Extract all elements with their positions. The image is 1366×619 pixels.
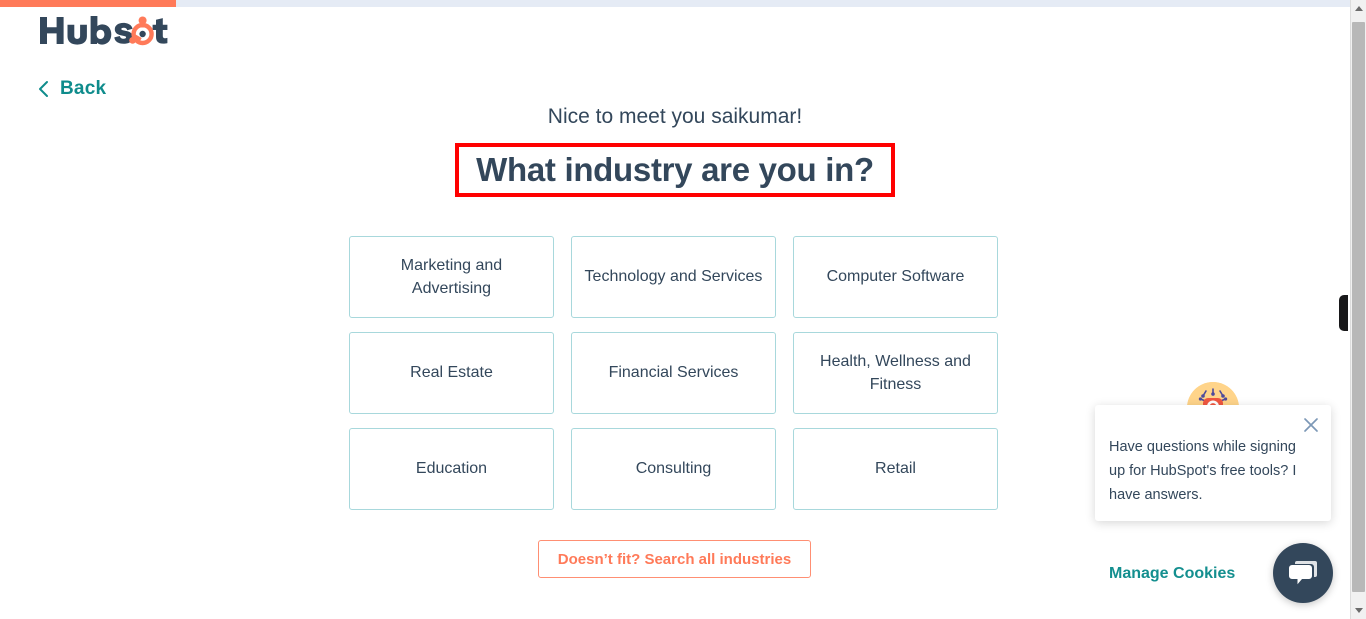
chat-welcome-popup: Have questions while signing up for HubS… bbox=[1095, 405, 1331, 521]
onboarding-progress-bar bbox=[0, 0, 1350, 7]
search-all-industries-button[interactable]: Doesn’t fit? Search all industries bbox=[538, 540, 811, 578]
scroll-up-arrow-icon bbox=[1354, 6, 1363, 11]
industry-option-label: Consulting bbox=[635, 460, 712, 478]
industry-option-label: Computer Software bbox=[826, 268, 965, 286]
industry-option-label: Health, Wellness and Fitness bbox=[820, 352, 971, 393]
greeting-text: Nice to meet you saikumar! bbox=[547, 105, 803, 128]
main-content: Nice to meet you saikumar! What industry… bbox=[0, 0, 1350, 619]
industry-option-label: Real Estate bbox=[410, 364, 493, 382]
chat-launcher-button[interactable] bbox=[1273, 543, 1333, 603]
industry-option-label: Marketing and Advertising bbox=[400, 256, 503, 297]
industry-option-card[interactable]: Technology and Services bbox=[571, 236, 776, 318]
industry-option-card[interactable]: Computer Software bbox=[793, 236, 998, 318]
industry-options-grid: Marketing and Advertising Technology and … bbox=[349, 236, 1002, 510]
page-title: What industry are you in? bbox=[476, 151, 874, 188]
industry-option-label: Education bbox=[415, 460, 488, 478]
manage-cookies-link[interactable]: Manage Cookies bbox=[1109, 565, 1235, 583]
back-label: Back bbox=[60, 78, 107, 99]
scroll-down-button[interactable] bbox=[1351, 602, 1366, 619]
scrollbar-thumb[interactable] bbox=[1352, 22, 1365, 592]
industry-option-card[interactable]: Education bbox=[349, 428, 554, 510]
industry-option-label: Financial Services bbox=[608, 364, 739, 382]
hubspot-logo-icon bbox=[40, 16, 168, 46]
headline-highlight-box: What industry are you in? bbox=[455, 143, 895, 197]
chevron-left-icon bbox=[39, 81, 48, 97]
industry-option-card[interactable]: Marketing and Advertising bbox=[349, 236, 554, 318]
industry-option-card[interactable]: Financial Services bbox=[571, 332, 776, 414]
close-icon[interactable] bbox=[1301, 415, 1321, 435]
scroll-up-button[interactable] bbox=[1351, 0, 1366, 17]
industry-option-label: Retail bbox=[875, 460, 916, 478]
signup-industry-page: Back Nice to meet you saikumar! What ind… bbox=[0, 0, 1366, 619]
chat-bubbles-icon bbox=[1289, 561, 1317, 585]
industry-option-card[interactable]: Real Estate bbox=[349, 332, 554, 414]
page-scrollbar[interactable] bbox=[1350, 0, 1366, 619]
chat-welcome-message: Have questions while signing up for HubS… bbox=[1109, 439, 1297, 503]
side-drawer-handle[interactable] bbox=[1339, 295, 1348, 331]
industry-option-card[interactable]: Consulting bbox=[571, 428, 776, 510]
hubspot-logo[interactable] bbox=[38, 10, 170, 52]
scroll-down-arrow-icon bbox=[1354, 608, 1363, 613]
industry-option-card[interactable]: Health, Wellness and Fitness bbox=[793, 332, 998, 414]
onboarding-progress-fill bbox=[0, 0, 176, 7]
back-button[interactable]: Back bbox=[36, 78, 106, 100]
industry-option-label: Technology and Services bbox=[584, 268, 763, 286]
industry-option-card[interactable]: Retail bbox=[793, 428, 998, 510]
